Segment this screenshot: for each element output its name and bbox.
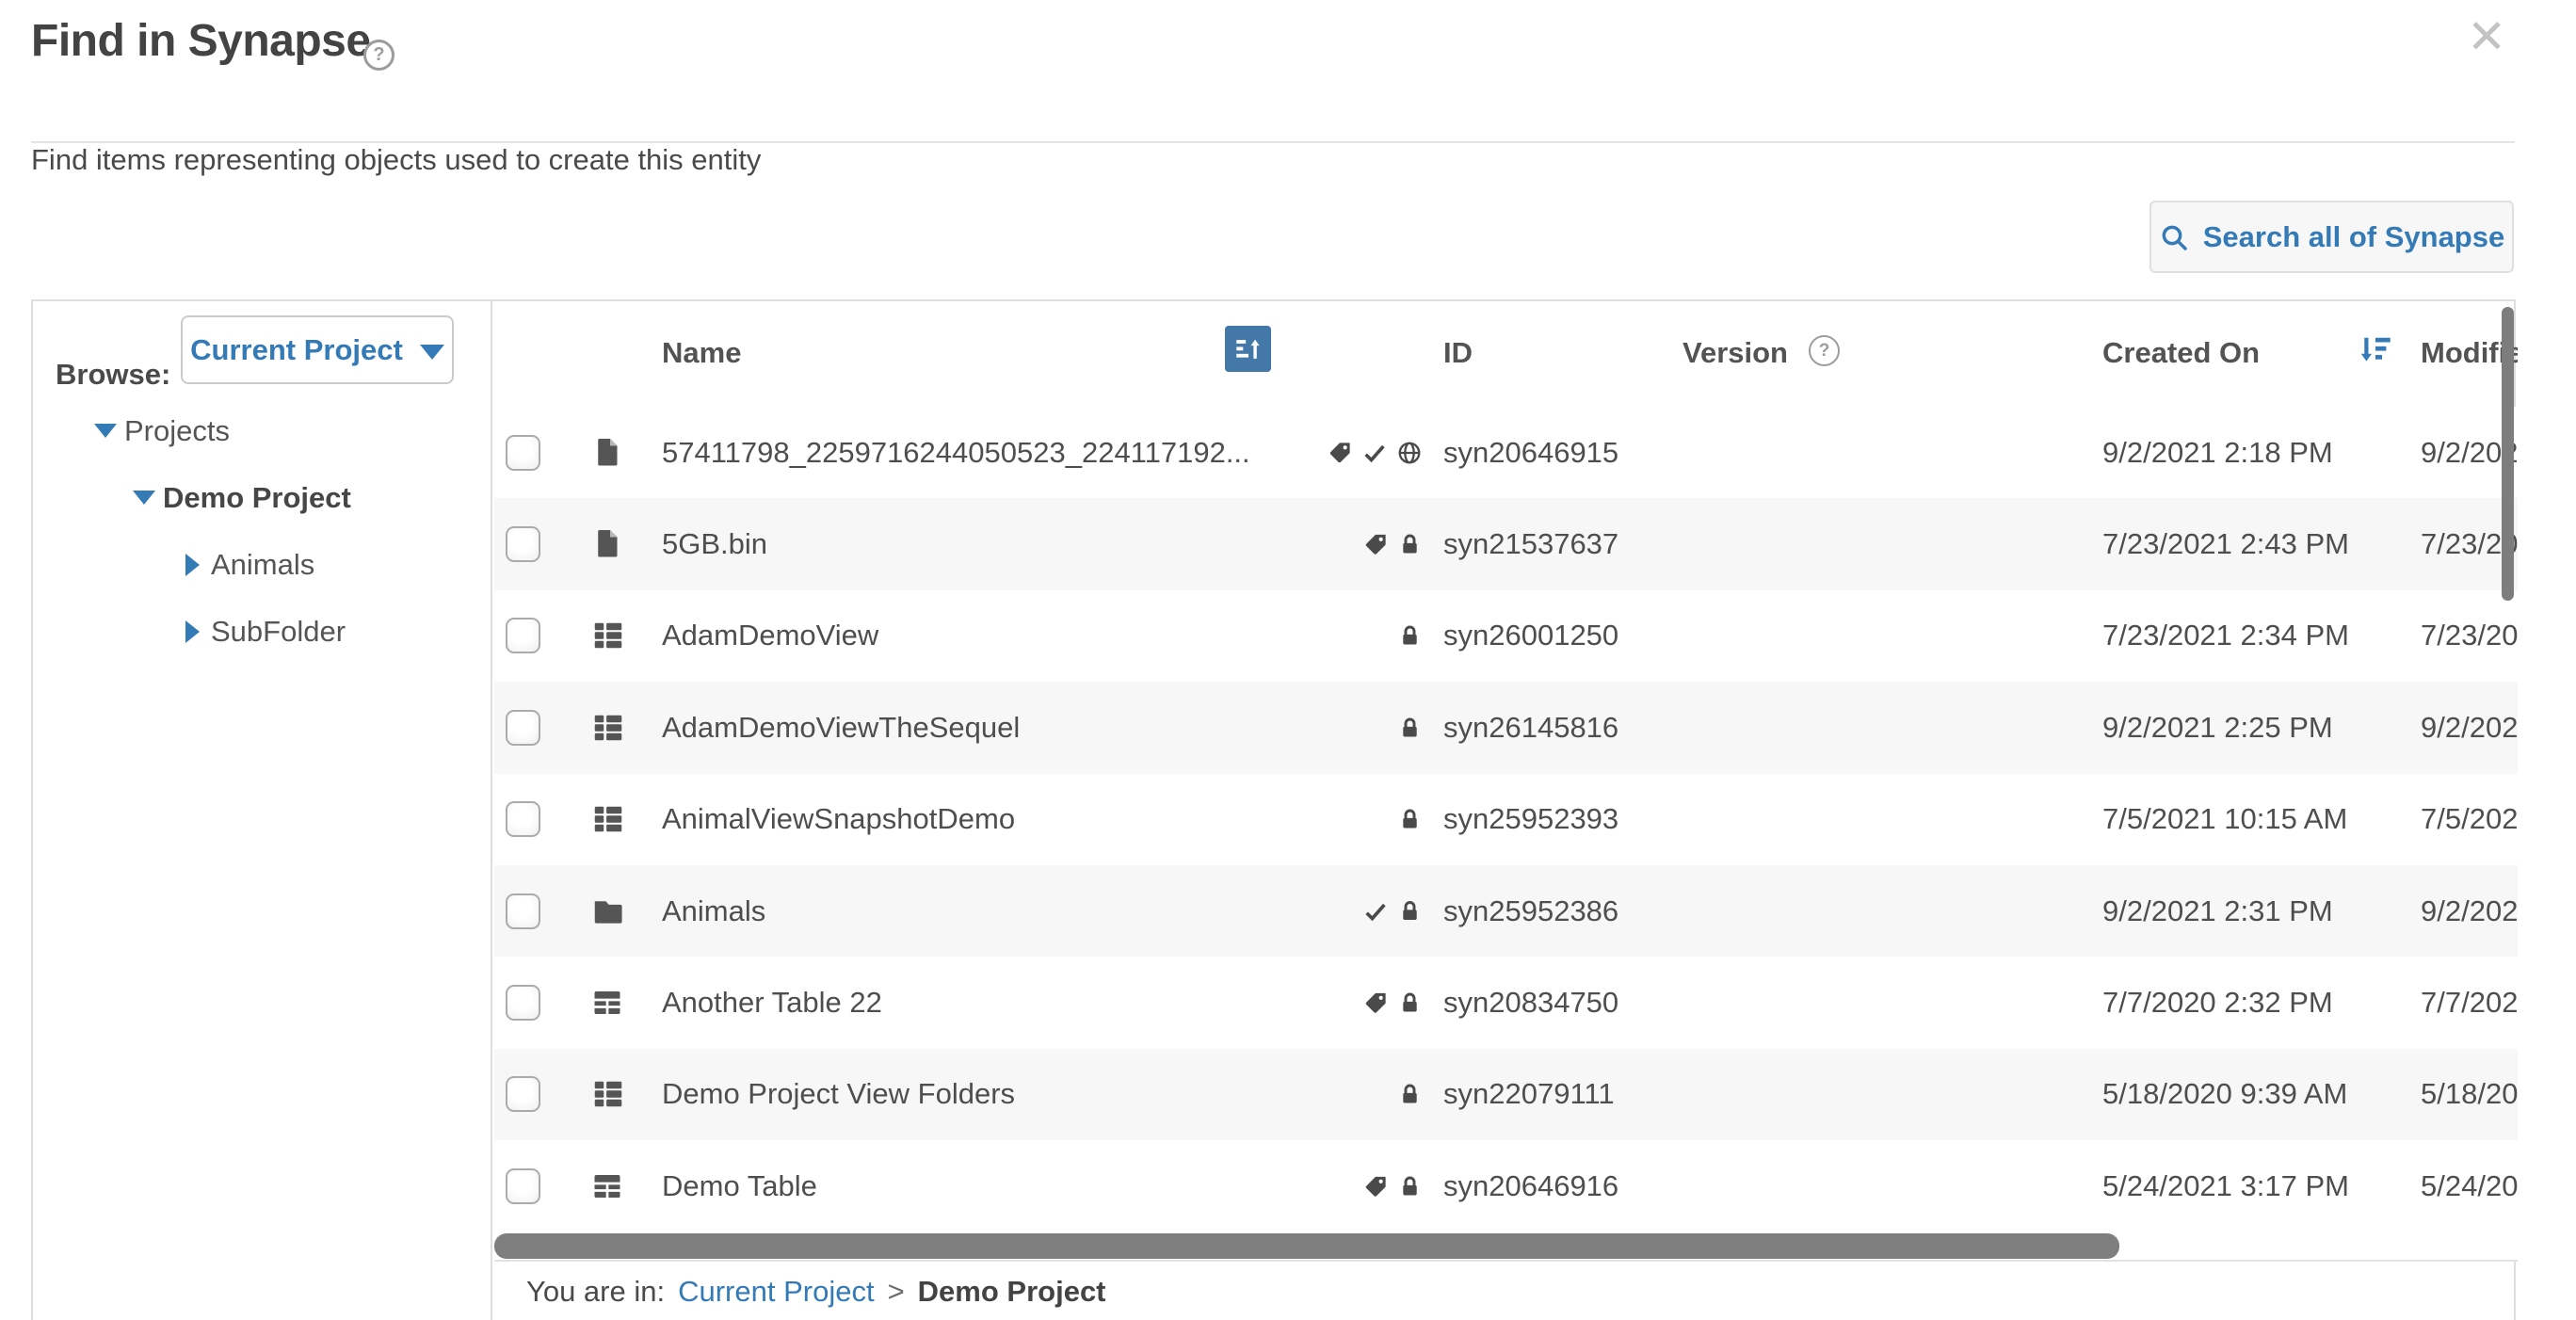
modified-sort-desc-icon[interactable] (2354, 328, 2397, 371)
search-all-of-synapse-button[interactable]: Search all of Synapse (2149, 201, 2514, 273)
view-icon (590, 710, 626, 746)
row-checkbox[interactable] (506, 801, 540, 837)
tag-icon (1363, 532, 1389, 557)
file-icon (590, 527, 624, 561)
tree-item-animals[interactable]: Animals (33, 531, 491, 598)
table-row[interactable]: AnimalViewSnapshotDemo syn25952393 7/5/2… (494, 774, 2518, 865)
lock-icon (1397, 715, 1423, 740)
close-icon[interactable]: ✕ (2467, 13, 2506, 60)
page-title: Find in Synapse (31, 15, 371, 67)
caret-right-icon (185, 620, 200, 643)
row-checkbox[interactable] (506, 526, 540, 562)
column-header-id: ID (1443, 330, 1473, 377)
table-row[interactable]: 57411798_2259716244050523_224117192... s… (494, 407, 2518, 498)
dialog-subtitle: Find items representing objects used to … (31, 143, 761, 177)
tag-icon (1363, 1173, 1389, 1199)
column-header-name: Name (662, 330, 741, 377)
view-icon (590, 801, 626, 837)
globe-icon (1396, 440, 1423, 466)
results-table-pane: Name ID Version ? Created On Modified On… (494, 301, 2518, 1320)
vertical-scrollbar-thumb[interactable] (2502, 307, 2514, 601)
column-header-version: Version (1682, 330, 1788, 377)
row-checkbox[interactable] (506, 618, 540, 653)
browse-panel: Browse: Current Project Projects Demo Pr… (31, 299, 2516, 1320)
check-icon (1362, 898, 1389, 925)
browse-scope-value: Current Project (190, 333, 403, 367)
lock-icon (1397, 807, 1423, 832)
breadcrumb: You are in: Current Project > Demo Proje… (494, 1262, 2518, 1320)
check-icon (1361, 440, 1388, 466)
file-icon (590, 436, 624, 470)
lock-icon (1397, 1082, 1423, 1107)
breadcrumb-scope-link[interactable]: Current Project (678, 1275, 874, 1309)
row-checkbox[interactable] (506, 1168, 540, 1204)
row-checkbox[interactable] (506, 985, 540, 1021)
lock-icon (1397, 990, 1423, 1016)
row-checkbox[interactable] (506, 710, 540, 746)
table-row[interactable]: AdamDemoViewTheSequel syn26145816 9/2/20… (494, 682, 2518, 773)
browse-label: Browse: (56, 358, 170, 392)
table-row[interactable]: 5GB.bin syn21537637 7/23/2021 2:43 PM 7/… (494, 498, 2518, 589)
row-checkbox[interactable] (506, 893, 540, 929)
table-icon (590, 986, 624, 1020)
table-row[interactable]: Demo Table syn20646916 5/24/2021 3:17 PM… (494, 1140, 2518, 1231)
chevron-down-icon (420, 345, 444, 360)
version-help-icon[interactable]: ? (1809, 335, 1840, 366)
lock-icon (1397, 623, 1423, 649)
tree-item-subfolder[interactable]: SubFolder (33, 598, 491, 665)
horizontal-scrollbar-thumb[interactable] (494, 1233, 2119, 1259)
tree-item-demo-project[interactable]: Demo Project (33, 464, 491, 531)
name-sort-button[interactable] (1225, 326, 1271, 372)
entity-tree: Projects Demo Project Animals SubFolder (33, 397, 491, 665)
search-icon (2159, 222, 2189, 252)
table-row[interactable]: AdamDemoView syn26001250 7/23/2021 2:34 … (494, 590, 2518, 682)
tag-icon (1363, 990, 1389, 1016)
row-checkbox[interactable] (506, 435, 540, 471)
breadcrumb-separator: > (888, 1275, 905, 1309)
column-header-created-on: Created On (2102, 330, 2260, 377)
find-in-synapse-dialog: Find in Synapse ? ✕ Find items represent… (0, 0, 2576, 1320)
table-rows: 57411798_2259716244050523_224117192... s… (494, 407, 2518, 1232)
you-are-in-label: You are in: (526, 1275, 665, 1309)
lock-icon (1397, 1173, 1423, 1199)
view-icon (590, 1076, 626, 1112)
title-help-icon[interactable]: ? (363, 40, 394, 71)
horizontal-scrollbar (494, 1232, 2518, 1260)
table-icon (590, 1169, 624, 1203)
search-button-label: Search all of Synapse (2203, 220, 2504, 254)
table-row[interactable]: Animals syn25952386 9/2/2021 2:31 PM 9/2… (494, 865, 2518, 957)
caret-down-icon (133, 491, 155, 505)
lock-icon (1397, 532, 1423, 557)
row-checkbox[interactable] (506, 1076, 540, 1112)
folder-icon (590, 893, 626, 929)
tree-item-projects[interactable]: Projects (33, 397, 491, 464)
tag-icon (1328, 440, 1353, 465)
table-row[interactable]: Another Table 22 syn20834750 7/7/2020 2:… (494, 957, 2518, 1048)
tree-pane: Browse: Current Project Projects Demo Pr… (33, 301, 492, 1320)
breadcrumb-current-location: Demo Project (918, 1275, 1106, 1309)
browse-scope-dropdown[interactable]: Current Project (181, 315, 454, 384)
view-icon (590, 618, 626, 653)
lock-icon (1397, 898, 1423, 924)
table-row[interactable]: Demo Project View Folders syn22079111 5/… (494, 1049, 2518, 1140)
caret-right-icon (185, 554, 200, 576)
caret-down-icon (94, 424, 117, 438)
